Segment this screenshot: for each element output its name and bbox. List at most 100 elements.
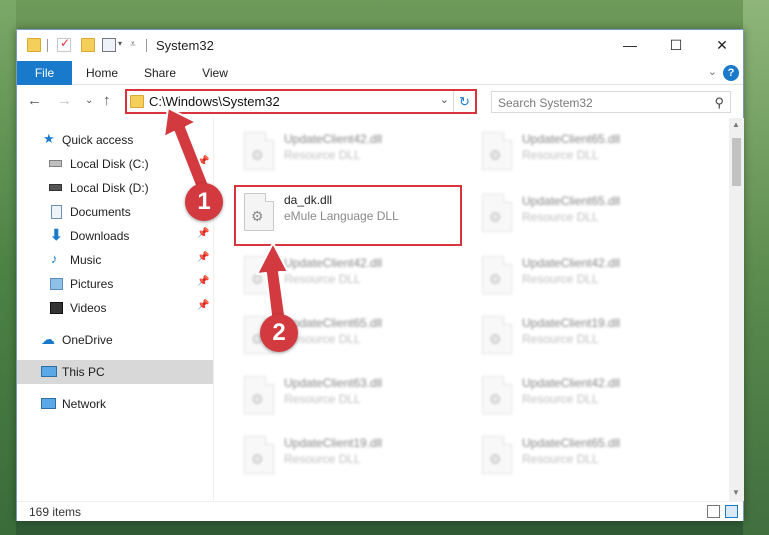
- folder-icon[interactable]: [27, 38, 41, 52]
- nav-item-pictures[interactable]: Pictures 📌: [17, 272, 213, 296]
- scroll-up-icon[interactable]: ▲: [732, 120, 740, 129]
- chevron-down-icon[interactable]: ▾: [118, 39, 122, 48]
- nav-label: Network: [62, 397, 107, 411]
- quick-access-toolbar-menu-icon[interactable]: ⩡: [130, 39, 136, 50]
- nav-label: Local Disk (C:): [70, 157, 149, 171]
- network-icon: [41, 398, 56, 409]
- nav-label: Downloads: [70, 229, 130, 243]
- list-item[interactable]: ⚙ UpdateClient65.dll Resource DLL: [474, 188, 694, 242]
- expand-ribbon-icon[interactable]: ⌄: [708, 65, 717, 78]
- nav-label: This PC: [62, 365, 105, 379]
- tab-share[interactable]: Share: [137, 61, 183, 85]
- scrollbar-thumb[interactable]: [732, 138, 741, 186]
- file-name: UpdateClient63.dll: [284, 376, 383, 390]
- file-name: UpdateClient65.dll: [522, 436, 621, 450]
- list-item[interactable]: ⚙ UpdateClient63.dll Resource DLL: [236, 370, 456, 424]
- refresh-button[interactable]: ↻: [453, 91, 475, 112]
- dll-file-icon: ⚙: [244, 132, 274, 170]
- search-box[interactable]: Search System32 ⚲: [491, 91, 731, 113]
- nav-label: Music: [70, 253, 102, 267]
- step-1-callout: 1: [185, 183, 223, 221]
- dll-file-icon: ⚙: [482, 194, 512, 232]
- navigation-pane: ★ Quick access Local Disk (C:) 📌 Local D…: [17, 118, 213, 501]
- download-icon: ⬇: [50, 227, 63, 244]
- scroll-down-icon[interactable]: ▼: [732, 488, 740, 497]
- file-name: da_dk.dll: [284, 193, 333, 207]
- nav-item-this-pc[interactable]: This PC: [17, 360, 213, 384]
- forward-button[interactable]: →: [57, 92, 72, 109]
- close-button[interactable]: ✕: [699, 30, 745, 61]
- up-button[interactable]: ↑: [103, 92, 111, 109]
- address-path[interactable]: C:\Windows\System32: [149, 94, 280, 109]
- list-item[interactable]: ⚙ UpdateClient19.dll Resource DLL: [474, 310, 694, 364]
- divider: [47, 39, 48, 52]
- nav-label: Local Disk (D:): [70, 181, 149, 195]
- file-name: UpdateClient42.dll: [522, 376, 621, 390]
- file-name: UpdateClient42.dll: [284, 132, 383, 146]
- details-view-icon[interactable]: [707, 505, 720, 518]
- divider: [146, 39, 147, 52]
- list-item[interactable]: ⚙ UpdateClient42.dll Resource DLL: [236, 250, 456, 304]
- search-icon: ⚲: [714, 95, 724, 110]
- vertical-scrollbar[interactable]: ▲ ▼: [729, 118, 744, 501]
- file-description: Resource DLL: [284, 148, 361, 162]
- nav-item-local-disk-d[interactable]: Local Disk (D:): [17, 176, 213, 200]
- dll-file-icon: ⚙: [244, 193, 274, 231]
- nav-item-onedrive[interactable]: ☁ OneDrive: [17, 328, 213, 352]
- properties-icon[interactable]: ✓: [57, 36, 71, 52]
- dll-file-icon: ⚙: [244, 376, 274, 414]
- nav-item-network[interactable]: Network: [17, 392, 213, 416]
- ribbon-tabs: File Home Share View ⌄ ?: [17, 61, 743, 85]
- customize-view-icon[interactable]: [102, 38, 116, 52]
- nav-item-videos[interactable]: Videos 📌: [17, 296, 213, 320]
- item-count: 169 items: [29, 505, 82, 519]
- file-description: Resource DLL: [522, 452, 599, 466]
- dll-file-icon: ⚙: [244, 256, 274, 294]
- file-name: UpdateClient42.dll: [284, 256, 383, 270]
- new-folder-icon[interactable]: [81, 38, 95, 52]
- search-input[interactable]: Search System32: [498, 96, 593, 110]
- address-bar[interactable]: C:\Windows\System32 ⌄ ↻: [125, 89, 477, 114]
- list-item[interactable]: ⚙ UpdateClient65.dll Resource DLL: [474, 126, 694, 180]
- nav-item-quick-access[interactable]: ★ Quick access: [17, 128, 213, 152]
- drive-icon: [49, 184, 62, 191]
- minimize-button[interactable]: —: [607, 30, 653, 61]
- nav-item-documents[interactable]: Documents: [17, 200, 213, 224]
- pin-icon: 📌: [197, 252, 210, 263]
- back-button[interactable]: ←: [27, 92, 42, 109]
- file-description: Resource DLL: [284, 392, 361, 406]
- tab-home[interactable]: Home: [79, 61, 125, 85]
- file-description: Resource DLL: [284, 272, 361, 286]
- recent-locations-button[interactable]: ⌄: [85, 95, 93, 106]
- nav-item-downloads[interactable]: ⬇ Downloads 📌: [17, 224, 213, 248]
- music-icon: ♪: [51, 251, 58, 266]
- file-description: Resource DLL: [522, 148, 599, 162]
- file-description: Resource DLL: [522, 392, 599, 406]
- list-item[interactable]: ⚙ UpdateClient42.dll Resource DLL: [474, 250, 694, 304]
- folder-icon: [130, 95, 144, 108]
- nav-label: OneDrive: [62, 333, 113, 347]
- list-item[interactable]: ⚙ UpdateClient42.dll Resource DLL: [236, 126, 456, 180]
- file-name: UpdateClient65.dll: [522, 132, 621, 146]
- highlighted-file-item[interactable]: ⚙ da_dk.dll eMule Language DLL: [234, 185, 462, 246]
- address-dropdown-icon[interactable]: ⌄: [440, 93, 449, 106]
- tab-view[interactable]: View: [193, 61, 237, 85]
- file-name: UpdateClient65.dll: [284, 316, 383, 330]
- maximize-button[interactable]: ☐: [653, 30, 699, 61]
- desktop-background-right: [743, 0, 769, 535]
- list-item[interactable]: ⚙ UpdateClient65.dll Resource DLL: [474, 430, 694, 484]
- video-icon: [50, 302, 63, 314]
- dll-file-icon: ⚙: [482, 256, 512, 294]
- file-description: Resource DLL: [284, 452, 361, 466]
- list-item[interactable]: ⚙ UpdateClient19.dll Resource DLL: [236, 430, 456, 484]
- nav-item-music[interactable]: ♪ Music 📌: [17, 248, 213, 272]
- nav-item-local-disk-c[interactable]: Local Disk (C:) 📌: [17, 152, 213, 176]
- pin-icon: 📌: [197, 156, 210, 167]
- large-icons-view-icon[interactable]: [725, 505, 738, 518]
- computer-icon: [41, 366, 57, 377]
- tab-file[interactable]: File: [17, 61, 72, 85]
- explorer-window: ✓ ▾ ⩡ System32 — ☐ ✕ File Home Share Vie…: [16, 29, 744, 521]
- desktop-background-left: [0, 0, 16, 535]
- help-icon[interactable]: ?: [723, 65, 739, 81]
- list-item[interactable]: ⚙ UpdateClient42.dll Resource DLL: [474, 370, 694, 424]
